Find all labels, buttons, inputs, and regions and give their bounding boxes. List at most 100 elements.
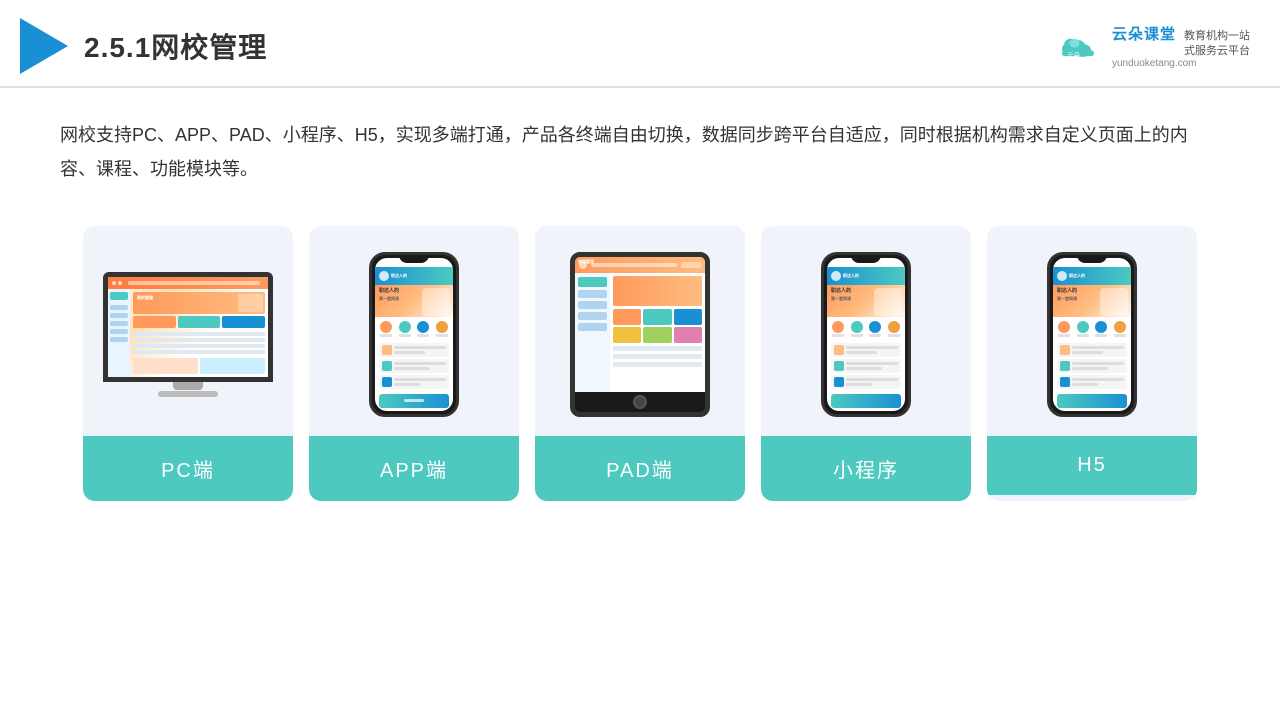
phone-lines	[846, 378, 898, 386]
tablet-row	[613, 354, 702, 359]
brand-slogan: 教育机构一站 式服务云平台	[1184, 29, 1250, 58]
tablet-rows	[613, 346, 702, 367]
phone-lines	[846, 362, 898, 370]
tablet-grid-item	[613, 327, 641, 343]
tablet-sidebar-item	[578, 312, 607, 320]
pc-row	[133, 344, 265, 348]
header-left: 2.5.1网校管理	[20, 18, 267, 74]
card-pad-image: 课程管理	[535, 226, 745, 436]
phone-lines	[846, 346, 898, 354]
phone-icon-circle	[1058, 321, 1070, 333]
phone-line	[394, 351, 425, 354]
phone-line	[394, 367, 430, 370]
device-tablet-mock: 课程管理	[570, 252, 710, 417]
phone-line	[1072, 383, 1098, 386]
pc-row	[133, 338, 265, 342]
card-pc-label: PC端	[83, 436, 293, 501]
phone-thumb	[834, 361, 844, 371]
phone-list-item	[379, 343, 449, 357]
pc-sidebar-item	[110, 321, 128, 326]
phone-icon-item	[832, 321, 844, 337]
phone-avatar-mini	[831, 271, 841, 281]
phone-banner-text-app: 职达人的 第一堂网课	[379, 288, 399, 302]
pc-sidebar	[108, 289, 130, 377]
phone-title-h5: 职达人的	[1069, 273, 1085, 279]
phone-thumb	[382, 377, 392, 387]
tablet-screen: 课程管理	[575, 257, 705, 392]
phone-body-h5: 职达人的 职达人的 第一堂网课	[1047, 252, 1137, 417]
phone-icon-item	[1095, 321, 1107, 337]
phone-icon-label	[832, 334, 844, 337]
phone-icon-item	[380, 321, 392, 337]
description-text: 网校支持PC、APP、PAD、小程序、H5，实现多端打通，产品各终端自由切换，数…	[0, 88, 1280, 196]
pc-sidebar-item	[110, 329, 128, 334]
pc-dot-2	[118, 281, 122, 285]
device-phone-app: 职达人的 职达人的 第一堂网课	[369, 252, 459, 417]
phone-list-mini	[827, 341, 905, 391]
phone-icon-label	[436, 334, 448, 337]
phone-banner-text-h5: 职达人的 第一堂网课	[1057, 288, 1077, 302]
phone-notch-mini	[851, 255, 881, 263]
phone-screen-top-h5: 职达人的	[1053, 267, 1131, 285]
phone-list-item	[831, 359, 901, 373]
cloud-icon: 云朵	[1056, 30, 1100, 62]
tablet-grid-item	[613, 309, 641, 325]
phone-list-item	[379, 359, 449, 373]
phone-icon-item	[399, 321, 411, 337]
phone-lines	[1072, 346, 1124, 354]
card-miniprogram-image: 职达人的 职达人的 第一堂网课	[761, 226, 971, 436]
phone-notch-app	[399, 255, 429, 263]
tablet-row	[613, 362, 702, 367]
card-pad: 课程管理	[535, 226, 745, 501]
phone-lines	[1072, 362, 1124, 370]
card-app-image: 职达人的 职达人的 第一堂网课	[309, 226, 519, 436]
card-miniprogram-label: 小程序	[761, 436, 971, 501]
phone-line	[1072, 378, 1124, 381]
phone-icon-circle	[1077, 321, 1089, 333]
phone-list-item	[831, 375, 901, 389]
phone-list-item	[1057, 359, 1127, 373]
tablet-sidebar-item	[578, 301, 607, 309]
device-pc-mock: 网校管理	[103, 272, 273, 397]
phone-line	[846, 351, 877, 354]
phone-title-app: 职达人的	[391, 273, 407, 279]
phone-thumb	[1060, 377, 1070, 387]
phone-line	[394, 362, 446, 365]
pc-banner-text: 网校管理	[137, 295, 153, 301]
phone-thumb	[382, 361, 392, 371]
phone-list-item	[1057, 375, 1127, 389]
brand-logo: 云朵	[1056, 30, 1100, 62]
pc-screen: 网校管理	[108, 277, 268, 377]
device-phone-h5: 职达人的 职达人的 第一堂网课	[1047, 252, 1137, 417]
phone-thumb	[382, 345, 392, 355]
logo-triangle-icon	[20, 18, 68, 74]
device-phone-mini: 职达人的 职达人的 第一堂网课	[821, 252, 911, 417]
phone-icon-label	[399, 334, 411, 337]
card-pad-label: PAD端	[535, 436, 745, 501]
tablet-banner: 课程管理	[613, 276, 702, 306]
phone-thumb	[834, 345, 844, 355]
pc-screen-body: 网校管理	[108, 289, 268, 377]
phone-icon-item	[869, 321, 881, 337]
phone-icon-label	[380, 334, 392, 337]
pc-icon-grid	[133, 316, 265, 328]
phone-screen-h5: 职达人的 职达人的 第一堂网课	[1053, 258, 1131, 411]
card-app-label: APP端	[309, 436, 519, 501]
phone-icon-label	[1077, 334, 1089, 337]
phone-line	[1072, 362, 1124, 365]
svg-text:云朵: 云朵	[1067, 52, 1081, 60]
phone-body-app: 职达人的 职达人的 第一堂网课	[369, 252, 459, 417]
phone-icon-circle	[832, 321, 844, 333]
phone-banner-mini: 职达人的 第一堂网课	[827, 285, 905, 317]
phone-list-item	[379, 375, 449, 389]
card-miniprogram: 职达人的 职达人的 第一堂网课	[761, 226, 971, 501]
phone-line	[394, 346, 446, 349]
card-h5: 职达人的 职达人的 第一堂网课	[987, 226, 1197, 501]
phone-lines	[394, 378, 446, 386]
phone-thumb	[834, 377, 844, 387]
pc-screen-header	[108, 277, 268, 289]
phone-icon-label	[869, 334, 881, 337]
phone-screen-top-app: 职达人的	[375, 267, 453, 285]
phone-icons-row-mini	[827, 317, 905, 341]
pc-base	[158, 391, 218, 397]
